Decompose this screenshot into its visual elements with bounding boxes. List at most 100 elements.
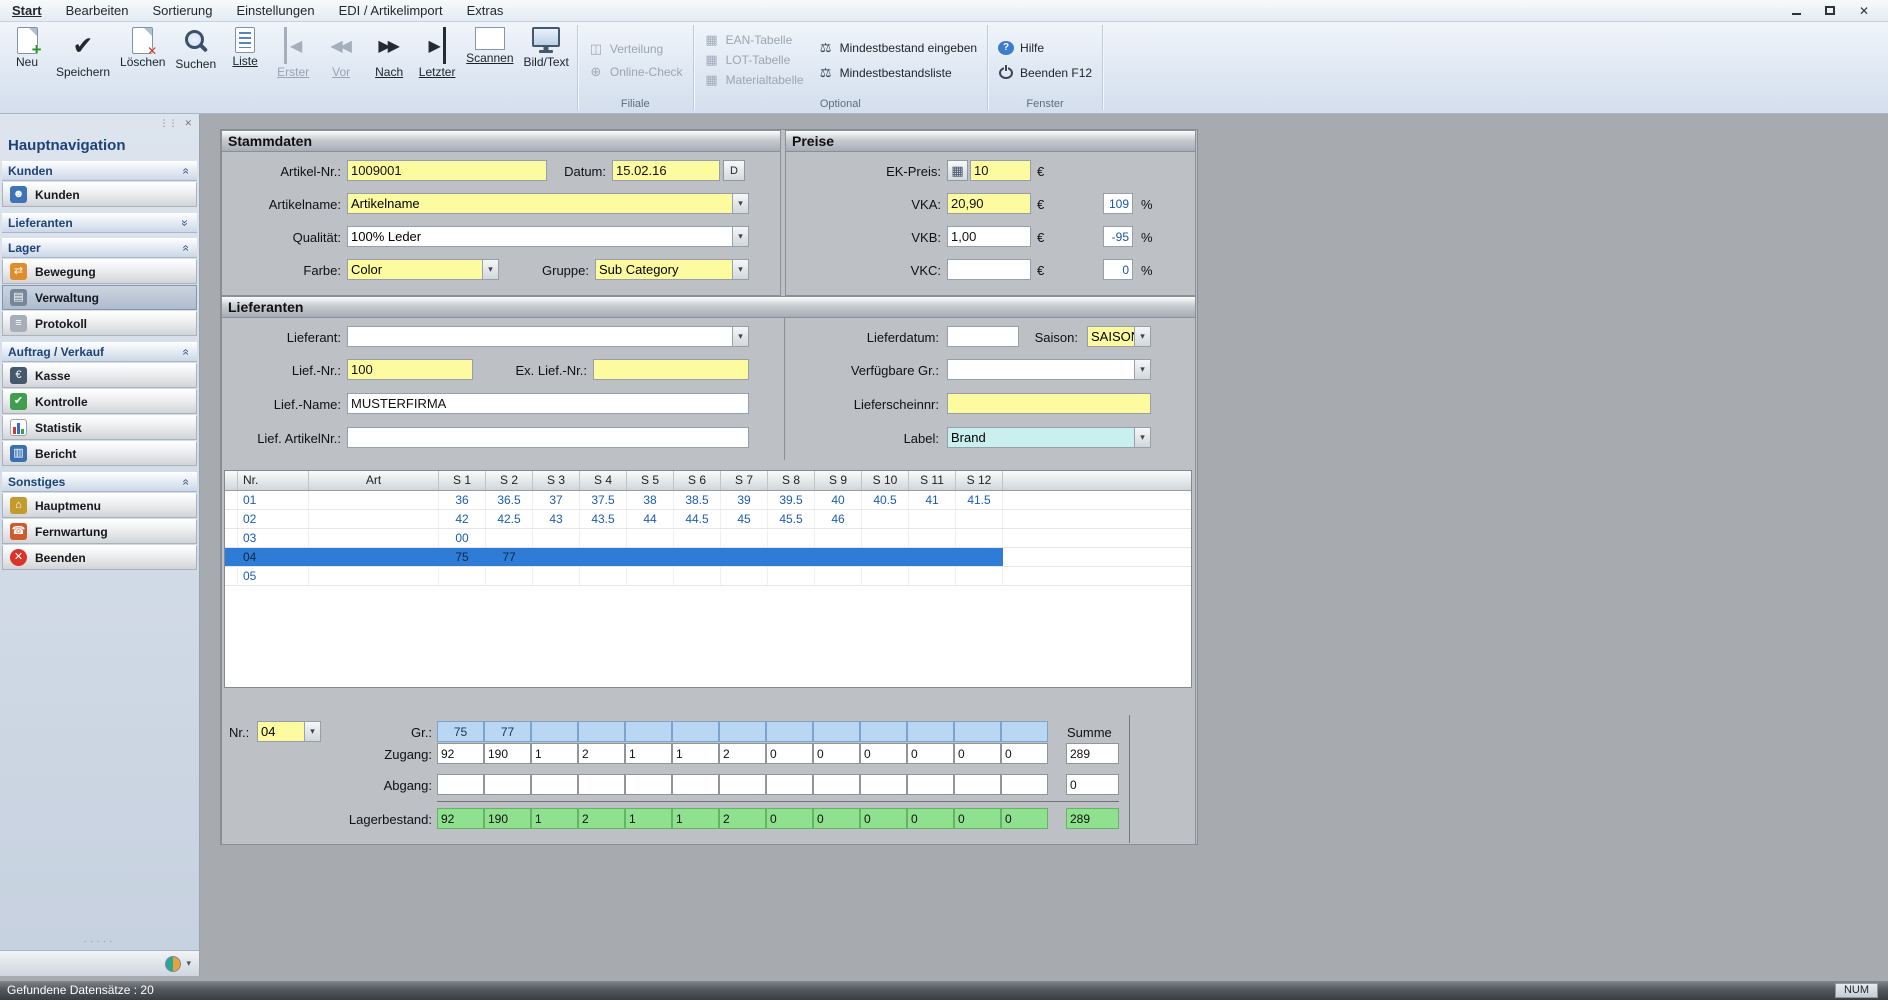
sidebar-header-sonstiges[interactable]: Sonstiges»: [2, 472, 197, 492]
bestand-cell[interactable]: [531, 774, 578, 795]
panel-close-icon[interactable]: ✕: [184, 118, 192, 128]
vka-input[interactable]: [947, 193, 1031, 214]
saison-dropdown[interactable]: SAISON: [1087, 326, 1151, 347]
maximize-button[interactable]: [1816, 2, 1844, 19]
ribbon-letzter-button[interactable]: ▶ Letzter: [413, 22, 461, 113]
menu-sortierung[interactable]: Sortierung: [141, 0, 225, 21]
vkb-input[interactable]: [947, 226, 1031, 247]
bestand-cell[interactable]: [719, 774, 766, 795]
bestand-cell[interactable]: 1: [531, 743, 578, 764]
bestand-cell[interactable]: 2: [719, 743, 766, 764]
bestand-cell[interactable]: [437, 774, 484, 795]
close-button[interactable]: ✕: [1850, 2, 1878, 19]
ribbon-mindestbestandsliste-button[interactable]: ⚖ Mindestbestandsliste: [818, 63, 977, 82]
size-grid-row-03[interactable]: 03 00: [225, 529, 1191, 548]
sidebar-item-bericht[interactable]: ▥ Bericht: [2, 441, 197, 466]
chevron-down-icon[interactable]: [1134, 428, 1150, 447]
sidebar-item-statistik[interactable]: Statistik: [2, 415, 197, 440]
gruppe-dropdown[interactable]: Sub Category: [595, 259, 749, 280]
sidebar-header-kunden[interactable]: Kunden»: [2, 161, 197, 181]
ribbon-speichern-button[interactable]: ✔ Speichern: [51, 22, 115, 113]
bestand-cell[interactable]: [578, 774, 625, 795]
sidebar-header-lieferanten[interactable]: Lieferanten»: [2, 213, 197, 233]
ribbon-bild-text-button[interactable]: Bild/Text: [519, 22, 574, 113]
ribbon-hilfe-button[interactable]: ? Hilfe: [998, 38, 1092, 57]
size-grid-row-01[interactable]: 01 36 36.5 37 37.5 38 38.5 39 39.5 40 40.5 41 41.5: [225, 491, 1191, 510]
bestand-cell[interactable]: 1: [625, 743, 672, 764]
minimize-button[interactable]: [1782, 2, 1810, 19]
chevron-down-icon[interactable]: [482, 260, 498, 279]
menu-start[interactable]: Start: [0, 0, 54, 21]
ribbon-nach-button[interactable]: ▶▶ Nach: [365, 22, 413, 113]
bestand-cell[interactable]: 190: [484, 743, 531, 764]
chevron-down-icon[interactable]: [732, 227, 748, 246]
farbe-dropdown[interactable]: Color: [347, 259, 499, 280]
lieferant-dropdown[interactable]: [347, 326, 749, 347]
bestand-cell[interactable]: [860, 774, 907, 795]
sidebar-item-protokoll[interactable]: ≡ Protokoll: [2, 311, 197, 336]
qualitaet-dropdown[interactable]: 100% Leder: [347, 226, 749, 247]
artikelname-dropdown[interactable]: Artikelname: [347, 193, 749, 214]
bestand-cell[interactable]: 0: [813, 743, 860, 764]
bestand-nr-dropdown[interactable]: 04: [257, 721, 321, 742]
datum-d-button[interactable]: D: [723, 160, 745, 181]
bestand-cell[interactable]: [1001, 774, 1048, 795]
chevron-down-icon[interactable]: [732, 327, 748, 346]
sidebar-header-lager[interactable]: Lager»: [2, 238, 197, 258]
bestand-cell[interactable]: [813, 774, 860, 795]
bestand-cell[interactable]: 0: [907, 743, 954, 764]
size-grid-row-05[interactable]: 05: [225, 567, 1191, 586]
bestand-cell[interactable]: 0: [860, 743, 907, 764]
sidebar-item-kunden[interactable]: ☻ Kunden: [2, 182, 197, 207]
ribbon-neu-button[interactable]: Neu: [3, 22, 51, 113]
sidebar-item-hauptmenu[interactable]: ⌂ Hauptmenu: [2, 493, 197, 518]
lief-name-input[interactable]: [347, 393, 749, 414]
bestand-cell[interactable]: 92: [437, 743, 484, 764]
sidebar-item-fernwartung[interactable]: ☎ Fernwartung: [2, 519, 197, 544]
sidebar-options-chevron-icon[interactable]: ▾: [186, 958, 191, 969]
bestand-cell[interactable]: 0: [1001, 743, 1048, 764]
chevron-down-icon[interactable]: [732, 194, 748, 213]
lieferscheinnr-input[interactable]: [947, 393, 1151, 414]
artikel-nr-input[interactable]: [347, 160, 547, 181]
bestand-cell[interactable]: 1: [672, 743, 719, 764]
bestand-cell[interactable]: [907, 774, 954, 795]
ribbon-suchen-button[interactable]: Suchen: [170, 22, 221, 113]
bestand-cell[interactable]: [672, 774, 719, 795]
label-dropdown[interactable]: Brand: [947, 427, 1151, 448]
menu-einstellungen[interactable]: Einstellungen: [225, 0, 327, 21]
datum-input[interactable]: [612, 160, 720, 181]
ex-lief-nr-input[interactable]: [593, 359, 749, 380]
sidebar-resize-grip[interactable]: ·····: [0, 936, 199, 950]
sidebar-header-auftrag-verkauf[interactable]: Auftrag / Verkauf»: [2, 342, 197, 362]
bestand-cell[interactable]: [625, 774, 672, 795]
ribbon-beenden-f12-button[interactable]: Beenden F12: [998, 63, 1092, 82]
bestand-cell[interactable]: 0: [766, 743, 813, 764]
ribbon-mindestbestand-eingeben-button[interactable]: ⚖ Mindestbestand eingeben: [818, 38, 977, 57]
lieferdatum-input[interactable]: [947, 326, 1019, 347]
size-grid-row-04[interactable]: 04 75 77: [225, 548, 1191, 567]
chevron-down-icon[interactable]: [304, 722, 320, 741]
bestand-cell[interactable]: 2: [578, 743, 625, 764]
chevron-down-icon[interactable]: [1134, 360, 1150, 379]
menu-edi-artikelimport[interactable]: EDI / Artikelimport: [327, 0, 455, 21]
ribbon-l-schen-button[interactable]: Löschen: [115, 22, 170, 113]
ribbon-liste-button[interactable]: Liste: [221, 22, 269, 113]
menu-extras[interactable]: Extras: [455, 0, 516, 21]
sidebar-item-kontrolle[interactable]: ✔ Kontrolle: [2, 389, 197, 414]
pin-icon[interactable]: ⋮⋮: [159, 118, 177, 128]
sidebar-item-beenden[interactable]: ✕ Beenden: [2, 545, 197, 570]
sidebar-item-bewegung[interactable]: ⇄ Bewegung: [2, 259, 197, 284]
menu-bearbeiten[interactable]: Bearbeiten: [54, 0, 141, 21]
vkc-input[interactable]: [947, 259, 1031, 280]
chevron-down-icon[interactable]: [732, 260, 748, 279]
chevron-down-icon[interactable]: [1134, 327, 1150, 346]
sidebar-item-verwaltung[interactable]: ▤ Verwaltung: [2, 285, 197, 310]
lief-nr-input[interactable]: [347, 359, 473, 380]
lief-artikelnr-input[interactable]: [347, 427, 749, 448]
ek-preis-input[interactable]: [970, 160, 1031, 181]
size-grid-row-02[interactable]: 02 42 42.5 43 43.5 44 44.5 45 45.5 46: [225, 510, 1191, 529]
bestand-cell[interactable]: [954, 774, 1001, 795]
verfuegbare-gr-dropdown[interactable]: [947, 359, 1151, 380]
calculator-button[interactable]: ▦: [947, 160, 968, 181]
